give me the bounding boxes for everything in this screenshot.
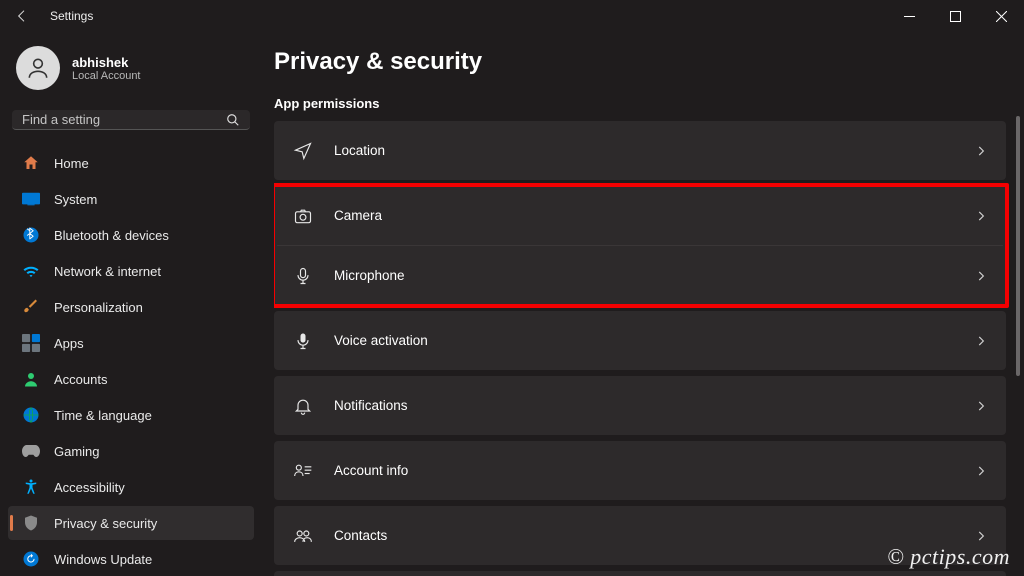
contacts-icon (292, 526, 314, 546)
sidebar-item-bluetooth[interactable]: Bluetooth & devices (8, 218, 254, 252)
titlebar: Settings (0, 0, 1024, 32)
person-icon (25, 55, 51, 81)
profile[interactable]: abhishek Local Account (8, 42, 254, 100)
scrollbar-thumb[interactable] (1016, 116, 1020, 376)
sidebar-item-personalization[interactable]: Personalization (8, 290, 254, 324)
permission-item-notifications[interactable]: Notifications (274, 376, 1006, 435)
sidebar-item-label: Home (54, 156, 89, 171)
sidebar-item-time[interactable]: Time & language (8, 398, 254, 432)
back-button[interactable] (8, 2, 36, 30)
maximize-icon (950, 11, 961, 22)
chevron-right-icon (974, 334, 988, 348)
wifi-icon (22, 262, 40, 280)
sidebar-item-privacy[interactable]: Privacy & security (8, 506, 254, 540)
permission-item-microphone[interactable]: Microphone (274, 246, 1006, 305)
chevron-right-icon (974, 144, 988, 158)
page-title: Privacy & security (274, 48, 1024, 76)
gaming-icon (22, 442, 40, 460)
minimize-icon (904, 11, 915, 22)
sidebar-item-accounts[interactable]: Accounts (8, 362, 254, 396)
sidebar-item-system[interactable]: System (8, 182, 254, 216)
brush-icon (22, 298, 40, 316)
permission-item-contacts[interactable]: Contacts (274, 506, 1006, 565)
permission-label: Contacts (334, 528, 974, 543)
app-title: Settings (50, 9, 93, 23)
microphone-icon (292, 266, 314, 286)
update-icon (22, 550, 40, 568)
sidebar-item-label: Gaming (54, 444, 100, 459)
sidebar-item-network[interactable]: Network & internet (8, 254, 254, 288)
permission-item-camera[interactable]: Camera (274, 186, 1006, 245)
permission-label: Microphone (334, 268, 974, 283)
sidebar-item-accessibility[interactable]: Accessibility (8, 470, 254, 504)
sidebar-item-label: Bluetooth & devices (54, 228, 169, 243)
sidebar-item-label: System (54, 192, 97, 207)
nav: Home System Bluetooth & devices Network … (8, 146, 254, 576)
sidebar-item-label: Network & internet (54, 264, 161, 279)
chevron-right-icon (974, 464, 988, 478)
sidebar-item-label: Privacy & security (54, 516, 157, 531)
accounts-icon (22, 370, 40, 388)
user-name: abhishek (72, 55, 141, 70)
bluetooth-icon (22, 226, 40, 244)
arrow-left-icon (14, 8, 30, 24)
sidebar: abhishek Local Account Home System Bluet… (0, 32, 262, 576)
apps-icon (22, 334, 40, 352)
sidebar-item-label: Apps (54, 336, 84, 351)
permission-label: Voice activation (334, 333, 974, 348)
permission-label: Location (334, 143, 974, 158)
minimize-button[interactable] (886, 0, 932, 32)
sidebar-item-label: Personalization (54, 300, 143, 315)
permission-item-voice[interactable]: Voice activation (274, 311, 1006, 370)
user-account: Local Account (72, 70, 141, 82)
sidebar-item-label: Time & language (54, 408, 152, 423)
scrollbar[interactable] (1012, 116, 1020, 570)
chevron-right-icon (974, 529, 988, 543)
chevron-right-icon (974, 269, 988, 283)
bell-icon (292, 396, 314, 416)
sidebar-item-label: Accessibility (54, 480, 125, 495)
permission-label: Camera (334, 208, 974, 223)
sidebar-item-label: Windows Update (54, 552, 152, 567)
camera-icon (292, 206, 314, 226)
search-icon (226, 113, 240, 127)
section-heading: App permissions (274, 96, 1006, 111)
accessibility-icon (22, 478, 40, 496)
home-icon (22, 154, 40, 172)
maximize-button[interactable] (932, 0, 978, 32)
permission-label: Notifications (334, 398, 974, 413)
permission-label: Account info (334, 463, 974, 478)
chevron-right-icon (974, 209, 988, 223)
search-box[interactable] (12, 110, 250, 130)
permission-list: Location Camera Microphone (274, 121, 1006, 576)
system-icon (22, 190, 40, 208)
main-content: Privacy & security App permissions Locat… (262, 32, 1024, 576)
sidebar-item-label: Accounts (54, 372, 107, 387)
sidebar-item-update[interactable]: Windows Update (8, 542, 254, 576)
sidebar-item-home[interactable]: Home (8, 146, 254, 180)
chevron-right-icon (974, 399, 988, 413)
voice-icon (292, 331, 314, 351)
location-icon (292, 141, 314, 161)
search-input[interactable] (22, 112, 226, 127)
close-icon (996, 11, 1007, 22)
sidebar-item-apps[interactable]: Apps (8, 326, 254, 360)
shield-icon (22, 514, 40, 532)
permission-item-calendar[interactable]: Calendar (274, 571, 1006, 576)
permission-item-location[interactable]: Location (274, 121, 1006, 180)
account-info-icon (292, 461, 314, 481)
sidebar-item-gaming[interactable]: Gaming (8, 434, 254, 468)
globe-icon (22, 406, 40, 424)
permission-item-account[interactable]: Account info (274, 441, 1006, 500)
avatar (16, 46, 60, 90)
close-button[interactable] (978, 0, 1024, 32)
